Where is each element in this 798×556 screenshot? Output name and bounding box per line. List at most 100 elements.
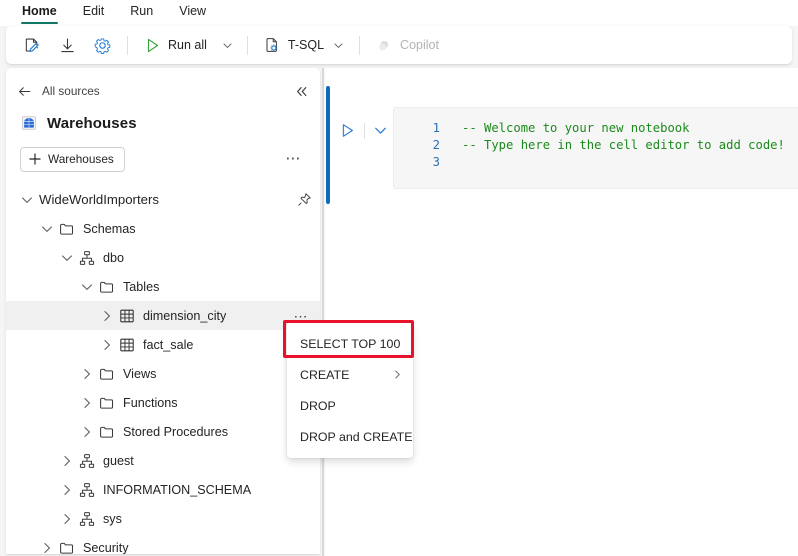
context-menu-item-label: CREATE	[300, 367, 350, 382]
notebook-edit-button[interactable]	[16, 31, 49, 59]
tree-item-label: Tables	[123, 279, 160, 294]
tree-item-dimension-city[interactable]: dimension_city ⋯	[6, 301, 320, 330]
context-menu-item-label: SELECT TOP 100	[300, 336, 401, 351]
line-number: 1	[432, 121, 440, 135]
chevron-down-icon	[62, 254, 72, 261]
tree-item-label: Views	[123, 366, 157, 381]
table-icon	[120, 338, 134, 351]
context-menu-item-create[interactable]: CREATE	[287, 359, 413, 390]
tree-item-more-button[interactable]: ⋯	[291, 309, 313, 323]
context-menu-item-label: DROP and CREATE	[300, 429, 413, 444]
tab-view-label: View	[179, 4, 207, 18]
tree-item-tables[interactable]: Tables	[6, 272, 320, 301]
chevron-double-left-icon	[297, 86, 307, 96]
cell-active-indicator	[326, 86, 330, 204]
warehouse-icon	[21, 116, 37, 130]
code-line: 2 -- Type here in the cell editor to add …	[394, 137, 798, 154]
all-sources-back[interactable]: All sources	[16, 76, 312, 106]
settings-button[interactable]	[86, 31, 119, 59]
run-cell-button[interactable]	[339, 122, 356, 139]
tree-item-label: fact_sale	[143, 337, 194, 352]
notebook-edit-icon	[25, 38, 39, 52]
folder-icon	[60, 223, 74, 235]
schema-icon	[79, 482, 95, 497]
tree-item-label: Stored Procedures	[123, 424, 229, 439]
explorer-action-row: Warehouses ⋯	[20, 146, 306, 172]
tsql-icon	[266, 37, 278, 52]
tree-item-label: Functions	[123, 395, 178, 410]
fabric-notebook-window: Home Edit Run View Run all T-SQL Copilot…	[0, 0, 798, 556]
tab-run[interactable]: Run	[118, 0, 165, 24]
download-icon	[61, 37, 74, 52]
folder-icon	[100, 368, 114, 380]
explorer-pane: All sources Warehouses Warehouses ⋯ Wide…	[6, 68, 320, 554]
pin-button[interactable]	[297, 192, 312, 207]
folder-icon	[100, 397, 114, 409]
schema-icon	[79, 511, 95, 526]
tree-item-label: dbo	[103, 250, 125, 265]
cell-editor[interactable]: 1 -- Welcome to your new notebook 2 -- Type…	[393, 107, 798, 189]
tree-item-label: dimension_city	[143, 308, 227, 323]
line-number: 2	[432, 138, 440, 152]
table-context-menu: SELECT TOP 100 CREATE DROP DROP and CREATE	[287, 322, 413, 458]
tab-home[interactable]: Home	[10, 0, 69, 24]
context-menu-item-drop-and-create[interactable]: DROP and CREATE	[287, 421, 413, 452]
code-line: 1 -- Welcome to your new notebook	[394, 120, 798, 137]
tree-item-fact-sale[interactable]: fact_sale	[6, 330, 320, 359]
play-icon	[147, 38, 159, 52]
tree-item-security[interactable]: Security	[6, 533, 320, 554]
chevron-down-icon	[42, 225, 52, 232]
cell-toolbar-divider	[364, 122, 365, 139]
tree-item-schemas[interactable]: Schemas	[6, 214, 320, 243]
run-all-label: Run all	[168, 38, 207, 52]
ribbon-divider-1	[127, 35, 128, 55]
collapse-pane-button[interactable]	[291, 83, 312, 100]
context-menu-item-select-top-100[interactable]: SELECT TOP 100	[287, 328, 413, 359]
tab-edit-label: Edit	[82, 4, 105, 18]
tree-item-information-schema[interactable]: INFORMATION_SCHEMA	[6, 475, 320, 504]
tree-item-label: Security	[83, 540, 129, 555]
chevron-right-icon	[64, 484, 70, 495]
download-button[interactable]	[51, 31, 84, 59]
pin-icon	[298, 193, 311, 206]
chevron-right-icon	[64, 513, 70, 524]
add-warehouse-button[interactable]: Warehouses	[20, 146, 125, 172]
arrow-left-icon	[19, 86, 31, 96]
ribbon-toolbar: Run all T-SQL Copilot	[6, 26, 792, 64]
tree-item-label: WideWorldImporters	[39, 192, 159, 207]
tree-item-stored-procedures[interactable]: Stored Procedures	[6, 417, 320, 446]
explorer-overflow-button[interactable]: ⋯	[281, 151, 306, 166]
chevron-right-icon	[395, 370, 400, 379]
tree-item-functions[interactable]: Functions	[6, 388, 320, 417]
run-all-caret[interactable]	[216, 31, 239, 59]
explorer-tree: WideWorldImporters Schemas dbo Tables dimens…	[6, 185, 320, 554]
tree-item-wideworldimporters[interactable]: WideWorldImporters	[6, 185, 320, 214]
language-selector-button[interactable]: T-SQL	[256, 31, 351, 59]
tree-item-views[interactable]: Views	[6, 359, 320, 388]
tree-item-dbo[interactable]: dbo	[6, 243, 320, 272]
cell-more-button[interactable]	[373, 123, 388, 138]
tree-item-sys[interactable]: sys	[6, 504, 320, 533]
code-line: 3	[394, 154, 798, 171]
tab-home-label: Home	[22, 4, 57, 18]
context-menu-item-drop[interactable]: DROP	[287, 390, 413, 421]
tab-view[interactable]: View	[167, 0, 218, 24]
chevron-down-icon	[334, 42, 343, 48]
ribbon-tab-bar: Home Edit Run View	[0, 0, 798, 26]
line-text: -- Type here in the cell editor to add c…	[462, 138, 785, 152]
cell-code: 1 -- Welcome to your new notebook 2 -- Type…	[394, 108, 798, 171]
language-label: T-SQL	[287, 38, 325, 52]
tab-edit[interactable]: Edit	[71, 0, 117, 24]
gear-icon	[94, 37, 111, 54]
tree-item-guest[interactable]: guest	[6, 446, 320, 475]
context-menu-item-label: DROP	[300, 398, 336, 413]
tab-run-label: Run	[130, 4, 154, 18]
chevron-right-icon	[84, 397, 90, 408]
copilot-button[interactable]: Copilot	[368, 31, 446, 59]
line-text: -- Welcome to your new notebook	[462, 121, 690, 135]
run-all-button[interactable]: Run all	[136, 31, 214, 59]
pane-splitter[interactable]	[322, 68, 324, 556]
plus-icon	[29, 153, 41, 165]
folder-icon	[100, 281, 114, 293]
all-sources-label: All sources	[42, 84, 100, 98]
